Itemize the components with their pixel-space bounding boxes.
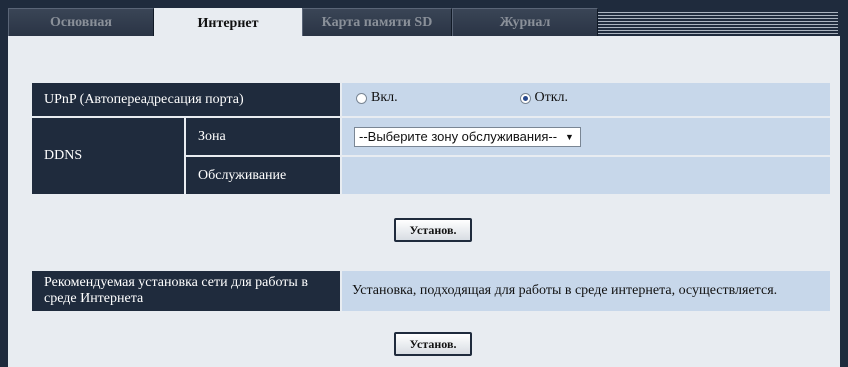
tab-log[interactable]: Журнал [452, 8, 598, 36]
recommended-value: Установка, подходящая для работы в среде… [342, 271, 830, 311]
tab-basic[interactable]: Основная [8, 8, 154, 36]
upnp-label: UPnP (Автопереадресация порта) [32, 83, 340, 116]
upnp-options: Вкл. Откл. [342, 83, 830, 116]
recommended-set-button[interactable]: Установ. [394, 332, 472, 356]
tabbar-decoration [598, 10, 838, 36]
upnp-on-label: Вкл. [371, 90, 398, 106]
ddns-zone-label: Зона [186, 118, 340, 155]
recommended-label: Рекомендуемая установка сети для работы … [32, 271, 340, 311]
ddns-zone-value: --Выберите зону обслуживания-- [359, 129, 558, 144]
upnp-on-radio[interactable] [356, 92, 367, 104]
set-button[interactable]: Установ. [394, 218, 472, 242]
ddns-zone-cell: --Выберите зону обслуживания-- ▼ [342, 118, 830, 155]
ddns-label: DDNS [32, 118, 184, 194]
recommended-table: Рекомендуемая установка сети для работы … [30, 269, 832, 313]
upnp-ddns-table: UPnP (Автопереадресация порта) Вкл. Откл… [30, 81, 832, 196]
upnp-on-option[interactable]: Вкл. [356, 90, 516, 106]
tab-internet[interactable]: Интернет [154, 8, 302, 38]
ddns-service-value [342, 157, 830, 194]
internet-settings-panel: UPnP (Автопереадресация порта) Вкл. Откл… [8, 36, 840, 367]
chevron-down-icon: ▼ [565, 131, 574, 142]
upnp-off-radio[interactable] [519, 92, 531, 104]
upnp-off-label: Откл. [534, 90, 569, 106]
tab-sd-card[interactable]: Карта памяти SD [302, 8, 452, 36]
ddns-zone-select[interactable]: --Выберите зону обслуживания-- ▼ [354, 126, 581, 147]
ddns-service-label: Обслуживание [186, 157, 340, 194]
upnp-off-option[interactable]: Откл. [519, 90, 569, 106]
